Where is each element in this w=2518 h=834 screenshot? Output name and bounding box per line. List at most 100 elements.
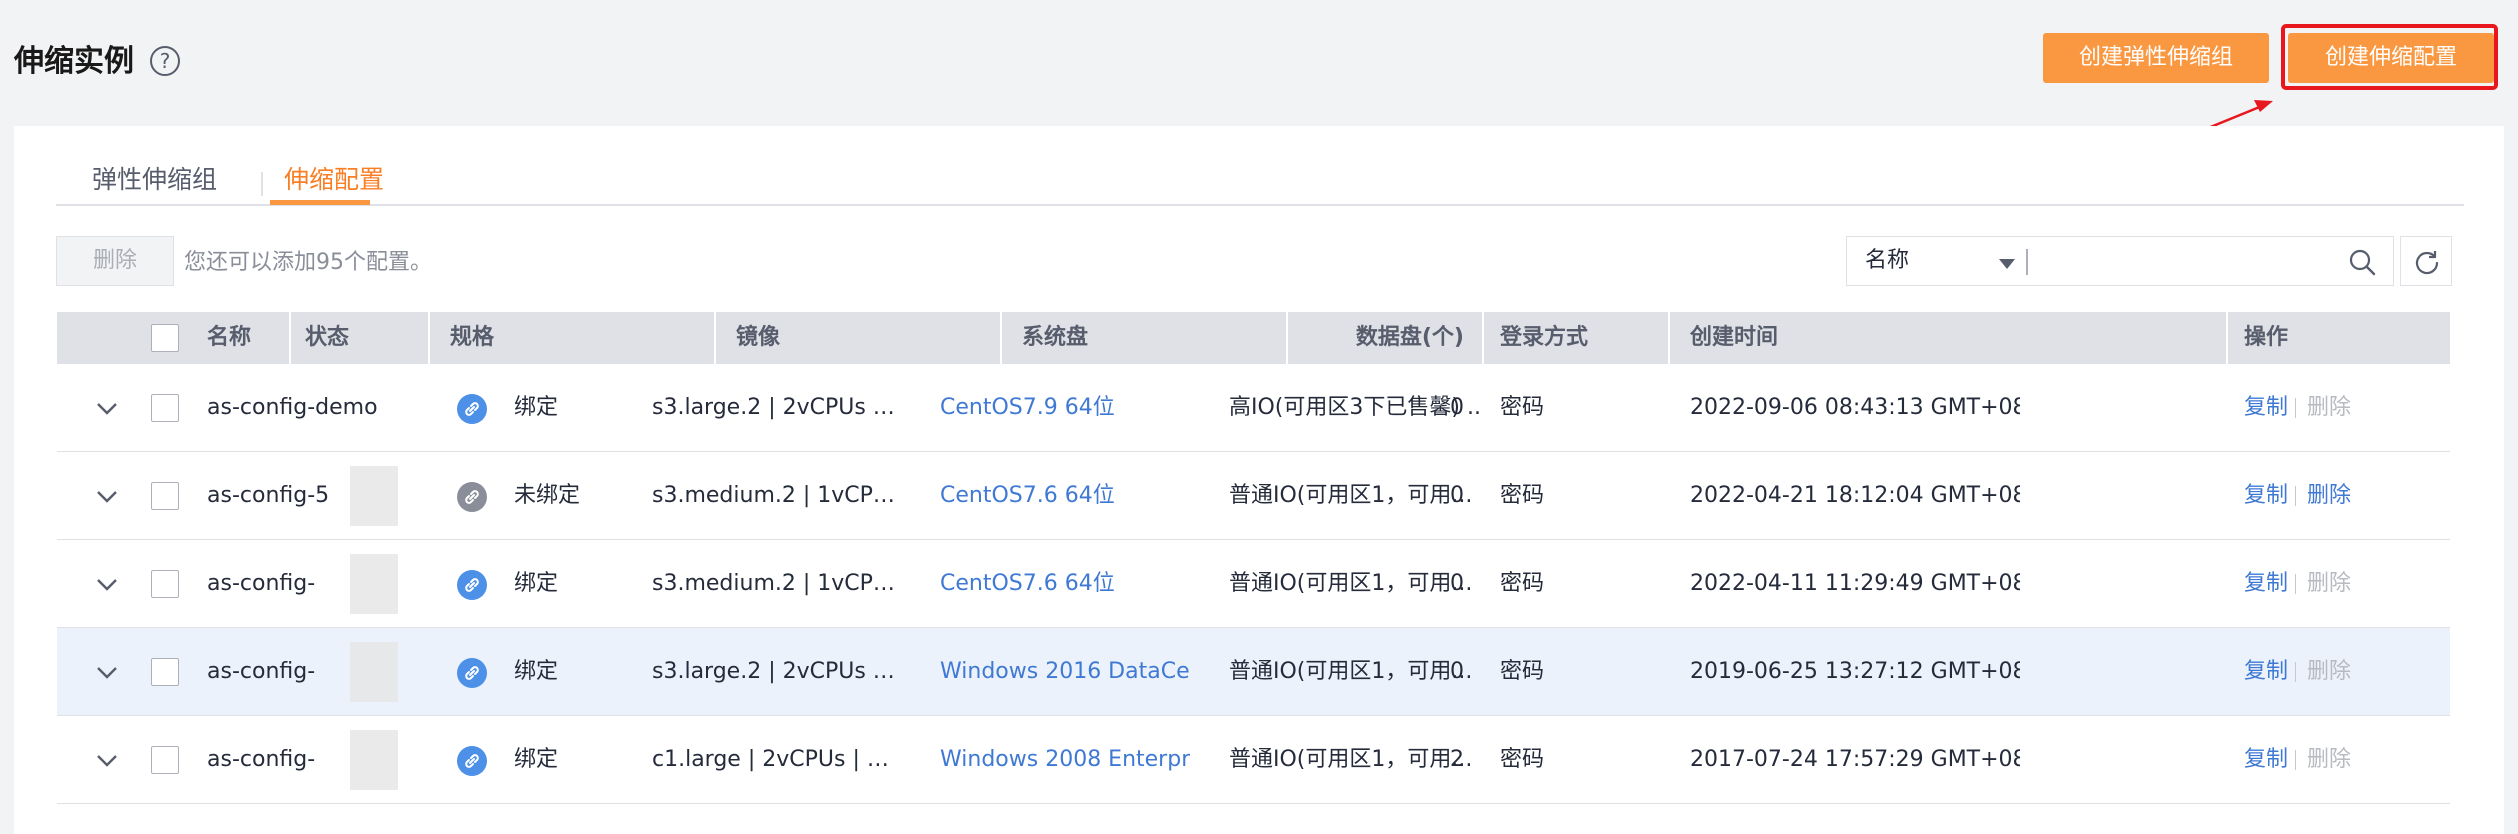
copy-link[interactable]: 复制 xyxy=(2244,716,2294,804)
delete-link[interactable]: 删除 xyxy=(2307,364,2367,452)
help-icon[interactable]: ? xyxy=(150,46,180,76)
image-link[interactable]: CentOS7.9 64位 xyxy=(940,364,1190,452)
page-header: 伸缩实例 ? 创建弹性伸缩组 创建伸缩配置 xyxy=(0,0,2518,120)
created-time: 2019-06-25 13:27:12 GMT+08:00 xyxy=(1690,659,2020,684)
search-field-select[interactable]: 名称 xyxy=(1865,247,1909,275)
table-header: 名称 状态 规格 镜像 系统盘 数据盘(个) 登录方式 创建时间 操作 xyxy=(57,312,2450,364)
table-row[interactable]: as-config-5未绑定s3.medium.2 | 1vCPU | ...C… xyxy=(57,452,2450,540)
status-text: 绑定 xyxy=(514,571,559,596)
refresh-button[interactable] xyxy=(2400,236,2452,286)
tab-divider xyxy=(261,172,263,196)
row-checkbox[interactable] xyxy=(151,658,179,686)
login-method: 密码 xyxy=(1500,659,1545,684)
link-status-icon xyxy=(457,394,487,424)
chevron-down-icon[interactable] xyxy=(95,748,119,772)
th-image: 镜像 xyxy=(714,312,1004,364)
link-status-icon xyxy=(457,570,487,600)
status-text: 绑定 xyxy=(514,659,559,684)
highlight-box xyxy=(2281,24,2498,90)
select-all-checkbox[interactable] xyxy=(151,324,179,352)
status-text: 绑定 xyxy=(514,395,559,420)
th-spec-label: 规格 xyxy=(450,325,495,350)
redaction-mask xyxy=(350,642,398,702)
data-disk-count: 0 xyxy=(1450,571,1464,596)
table-row[interactable]: as-config- 绑定 c1.large | 2vCPUs | 2GB Windo… xyxy=(57,716,2450,804)
chevron-down-icon[interactable] xyxy=(95,660,119,684)
ops-divider xyxy=(2295,398,2296,418)
delete-link[interactable]: 删除 xyxy=(2307,452,2367,540)
created-time: 2022-04-11 11:29:49 GMT+08:00 xyxy=(1690,571,2020,596)
table-row[interactable]: as-config-绑定s3.large.2 | 2vCPUs | 4GBWin… xyxy=(57,628,2450,716)
chevron-down-icon[interactable] xyxy=(95,396,119,420)
chevron-down-icon[interactable] xyxy=(95,484,119,508)
config-name: as-config-demo xyxy=(207,395,378,420)
image-link[interactable]: CentOS7.6 64位 xyxy=(940,452,1190,540)
search-icon[interactable] xyxy=(2347,247,2377,277)
th-created-label: 创建时间 xyxy=(1690,325,1779,350)
ops-divider xyxy=(2295,574,2296,594)
search-box: 名称 xyxy=(1846,236,2394,286)
table-row[interactable]: as-config-绑定s3.medium.2 | 1vCPU | ...Cen… xyxy=(57,540,2450,628)
copy-link[interactable]: 复制 xyxy=(2244,540,2294,628)
th-login-label: 登录方式 xyxy=(1500,325,1589,350)
row-checkbox[interactable] xyxy=(151,746,179,774)
tab-scaling-configs[interactable]: 伸缩配置 xyxy=(284,162,384,198)
data-disk-count: 0 xyxy=(1450,395,1464,420)
refresh-icon xyxy=(2415,251,2439,275)
row-checkbox[interactable] xyxy=(151,482,179,510)
image-link[interactable]: Windows 2008 Enterpri... xyxy=(940,716,1190,804)
ops-divider xyxy=(2295,750,2296,770)
table-row[interactable]: as-config-demo 绑定 s3.large.2 | 2vCPUs | 4G… xyxy=(57,364,2450,452)
chevron-down-icon[interactable] xyxy=(95,572,119,596)
spec-text: s3.medium.2 | 1vCPU | ... xyxy=(652,571,902,596)
created-time: 2022-09-06 08:43:13 GMT+08:00 xyxy=(1690,395,2020,420)
link-status-icon xyxy=(457,746,487,776)
ops-divider xyxy=(2295,486,2296,506)
batch-delete-button[interactable]: 删除 xyxy=(56,236,174,286)
copy-link[interactable]: 复制 xyxy=(2244,364,2294,452)
data-disk-count: 2 xyxy=(1450,747,1464,772)
link-status-icon xyxy=(457,482,487,512)
image-link[interactable]: CentOS7.6 64位 xyxy=(940,540,1190,628)
image-link[interactable]: Windows 2016 DataCe... xyxy=(940,628,1190,716)
row-checkbox[interactable] xyxy=(151,570,179,598)
login-method: 密码 xyxy=(1500,747,1545,772)
copy-link[interactable]: 复制 xyxy=(2244,628,2294,716)
create-scaling-group-button[interactable]: 创建弹性伸缩组 xyxy=(2043,33,2269,83)
delete-link[interactable]: 删除 xyxy=(2307,716,2367,804)
spec-text: s3.large.2 | 2vCPUs | 4GB xyxy=(652,395,902,420)
spec-text: s3.medium.2 | 1vCPU | ... xyxy=(652,483,902,508)
row-checkbox[interactable] xyxy=(151,394,179,422)
search-input[interactable] xyxy=(2037,243,2341,281)
login-method: 密码 xyxy=(1500,395,1545,420)
th-actions-label: 操作 xyxy=(2244,325,2289,350)
delete-link[interactable]: 删除 xyxy=(2307,628,2367,716)
data-disk-count: 0 xyxy=(1450,483,1464,508)
page-title: 伸缩实例 xyxy=(14,44,134,79)
th-created: 创建时间 xyxy=(1668,312,2028,364)
delete-link[interactable]: 删除 xyxy=(2307,540,2367,628)
active-tab-underline xyxy=(270,200,370,205)
login-method: 密码 xyxy=(1500,571,1545,596)
th-image-label: 镜像 xyxy=(736,325,781,350)
link-status-icon xyxy=(457,658,487,688)
created-time: 2017-07-24 17:57:29 GMT+08:00 xyxy=(1690,747,2020,772)
th-system-disk: 系统盘 xyxy=(1000,312,1290,364)
redaction-mask xyxy=(350,466,398,526)
data-disk-count: 0 xyxy=(1450,659,1464,684)
copy-link[interactable]: 复制 xyxy=(2244,452,2294,540)
th-data-disks-label: 数据盘(个) xyxy=(1355,325,1464,350)
redaction-mask xyxy=(350,554,398,614)
spec-text: s3.large.2 | 2vCPUs | 4GB xyxy=(652,659,902,684)
th-login: 登录方式 xyxy=(1482,312,1670,364)
caret-down-icon[interactable] xyxy=(1999,259,2015,269)
created-time: 2022-04-21 18:12:04 GMT+08:00 xyxy=(1690,483,2020,508)
ops-divider xyxy=(2295,662,2296,682)
th-system-disk-label: 系统盘 xyxy=(1022,325,1089,350)
redaction-mask xyxy=(350,730,398,790)
quota-text: 您还可以添加95个配置。 xyxy=(184,250,432,275)
tab-scaling-groups[interactable]: 弹性伸缩组 xyxy=(92,162,217,198)
th-actions: 操作 xyxy=(2226,312,2428,364)
th-status-label: 状态 xyxy=(305,325,350,350)
th-spec: 规格 xyxy=(428,312,716,364)
